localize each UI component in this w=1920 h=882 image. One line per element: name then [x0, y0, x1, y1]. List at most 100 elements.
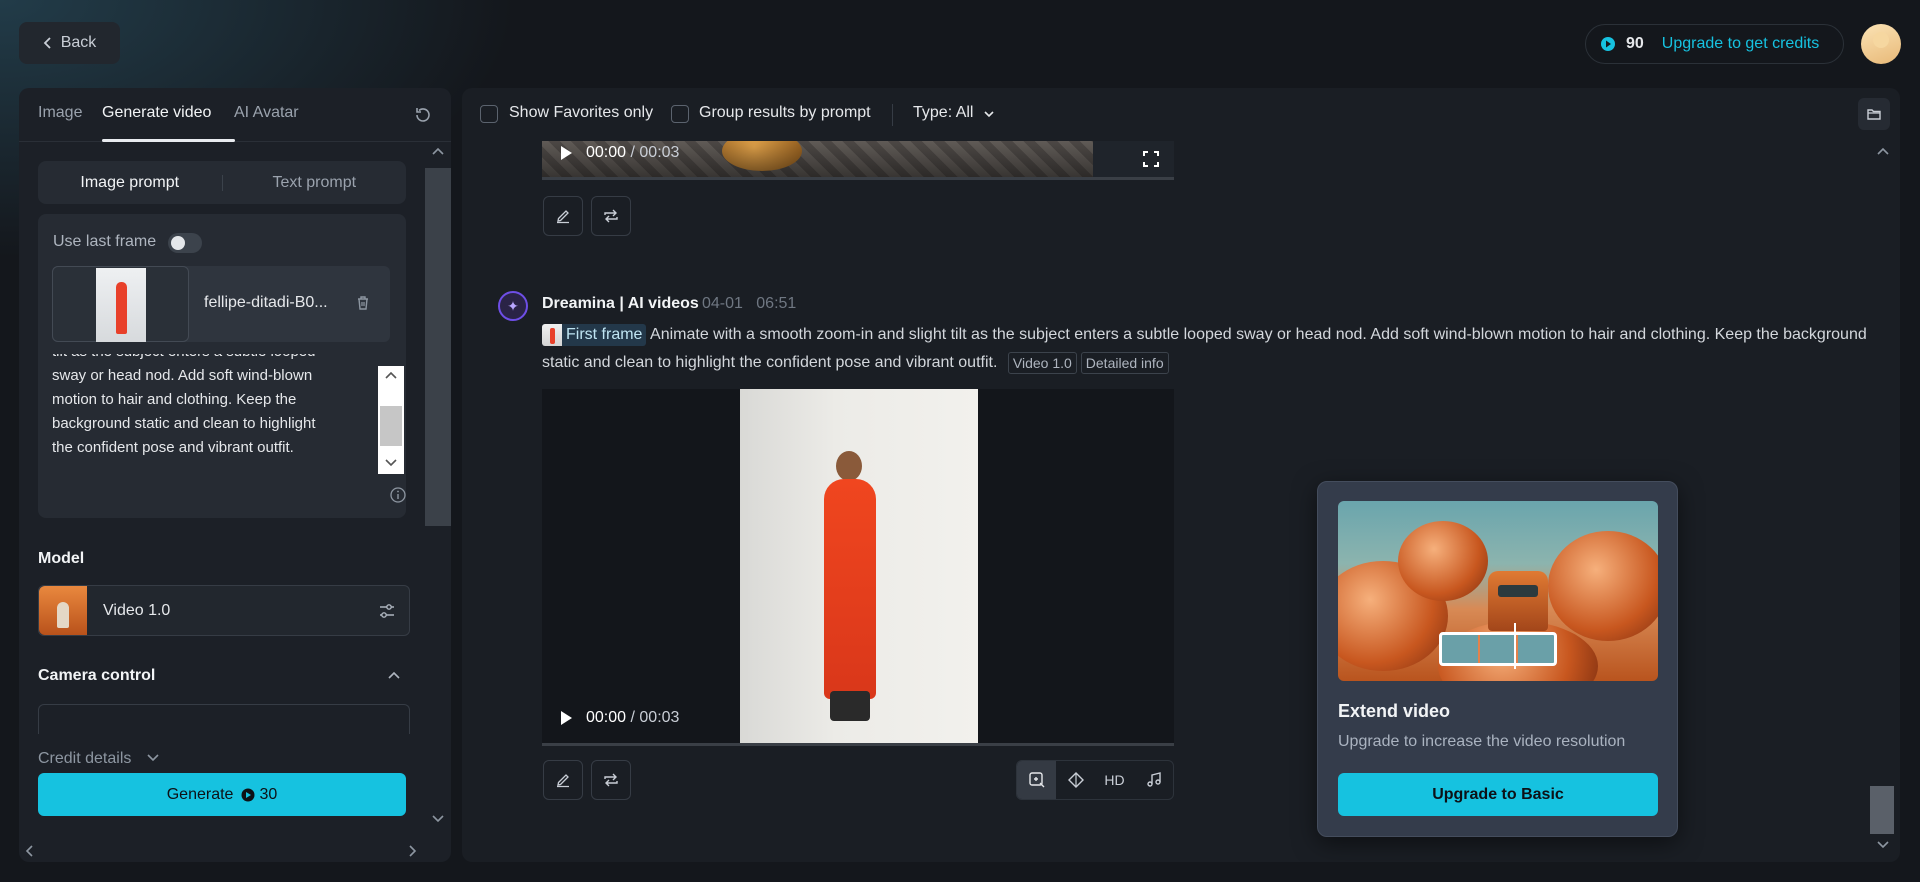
extend-video-button[interactable]: [1017, 761, 1056, 799]
model-label: Model: [38, 550, 85, 567]
extend-icon: [1028, 772, 1044, 788]
video-time: 00:00 / 00:03: [586, 709, 679, 727]
scroll-up-icon[interactable]: [1876, 146, 1890, 156]
popover-subtitle: Upgrade to increase the video resolution: [1338, 733, 1626, 750]
first-frame-chip[interactable]: First frame: [542, 323, 647, 346]
favorites-label[interactable]: Show Favorites only: [509, 104, 653, 122]
regenerate-button[interactable]: [591, 760, 631, 800]
prompt-line: sway or head nod. Add soft wind-blown: [52, 367, 313, 384]
scroll-up-icon[interactable]: [431, 146, 445, 156]
entry-time: 06:51: [756, 295, 797, 312]
divider: [892, 104, 893, 126]
first-frame-label: First frame: [566, 325, 643, 343]
active-tab-indicator: [102, 139, 235, 142]
edit-button[interactable]: [543, 196, 583, 236]
model-selector[interactable]: Video 1.0: [38, 585, 410, 636]
subject-outfit: [824, 479, 876, 699]
chevron-up-icon[interactable]: [386, 668, 402, 684]
favorites-checkbox[interactable]: [480, 105, 498, 123]
filters-bar: Show Favorites only Group results by pro…: [462, 88, 1900, 141]
scroll-left-icon[interactable]: [25, 844, 35, 858]
file-name: fellipe-ditadi-B0...: [204, 294, 328, 311]
play-icon[interactable]: [559, 145, 573, 161]
edit-button[interactable]: [543, 760, 583, 800]
prompt-line: motion to hair and clothing. Keep the: [52, 391, 297, 408]
train-shape: [1488, 571, 1548, 631]
scroll-down-icon[interactable]: [1876, 840, 1890, 850]
add-sound-button[interactable]: [1134, 761, 1173, 799]
tab-generate-video[interactable]: Generate video: [102, 104, 211, 122]
chevron-down-icon: [146, 753, 160, 763]
current-time: 00:00: [586, 709, 627, 726]
prompt-card: Use last frame fellipe-ditadi-B0... tilt…: [38, 214, 406, 518]
tab-image[interactable]: Image: [38, 104, 82, 122]
prompt-line: background static and clean to highlight: [52, 415, 316, 432]
folder-button[interactable]: [1858, 98, 1890, 130]
results-panel: Show Favorites only Group results by pro…: [462, 88, 1900, 862]
credits-pill[interactable]: 90 Upgrade to get credits: [1585, 24, 1844, 64]
thumbnail-image: [96, 268, 146, 342]
entry-date: 04-01: [702, 295, 743, 312]
timeline-strip: [1439, 632, 1557, 666]
progress-bar[interactable]: [542, 743, 1174, 746]
credit-details-label: Credit details: [38, 750, 132, 767]
duration: / 00:03: [630, 709, 680, 726]
timeline-marker: [1514, 623, 1516, 669]
folder-icon: [1867, 109, 1881, 120]
results-scrollbar-thumb[interactable]: [1870, 786, 1894, 834]
dreamina-logo-icon: ✦: [498, 291, 528, 321]
use-last-frame-label: Use last frame: [53, 233, 157, 250]
generated-video-player[interactable]: [542, 389, 1174, 746]
scroll-right-icon[interactable]: [407, 844, 417, 858]
sliders-icon[interactable]: [377, 601, 397, 621]
model-name: Video 1.0: [103, 602, 171, 619]
regenerate-button[interactable]: [591, 196, 631, 236]
detailed-info-tag[interactable]: Detailed info: [1080, 351, 1169, 374]
fullscreen-icon[interactable]: [1142, 150, 1160, 168]
entry-datetime: 04-01 06:51: [702, 295, 796, 313]
upgrade-to-basic-button[interactable]: Upgrade to Basic: [1338, 773, 1658, 816]
progress-bar[interactable]: [542, 177, 1174, 180]
frame-interpolation-button[interactable]: [1056, 761, 1095, 799]
avatar[interactable]: [1861, 24, 1901, 64]
uploaded-image-thumbnail[interactable]: [52, 266, 189, 342]
camera-control-label[interactable]: Camera control: [38, 667, 155, 685]
group-label[interactable]: Group results by prompt: [699, 104, 871, 122]
first-frame-thumbnail: [542, 323, 562, 346]
cloud-shape: [1548, 531, 1658, 641]
video-tools: HD: [1016, 760, 1174, 800]
prompt-mode-switch: Image prompt Text prompt: [38, 161, 406, 204]
tab-ai-avatar[interactable]: AI Avatar: [234, 104, 299, 122]
entry-prompt: First frame Animate with a smooth zoom-i…: [542, 321, 1872, 377]
refresh-icon[interactable]: [412, 104, 434, 126]
text-prompt-option[interactable]: Text prompt: [223, 174, 407, 192]
credit-coin-icon: [241, 788, 255, 801]
prompt-scrollbar[interactable]: [378, 366, 404, 474]
entry-prompt-text: Animate with a smooth zoom-in and slight…: [542, 326, 1867, 371]
prompt-line: tilt as the subject enters a subtle loop…: [52, 354, 352, 364]
prompt-textarea[interactable]: tilt as the subject enters a subtle loop…: [52, 354, 352, 460]
back-button[interactable]: Back: [19, 22, 120, 64]
subject-head: [836, 451, 862, 481]
image-prompt-option[interactable]: Image prompt: [38, 174, 222, 192]
hd-upscale-button[interactable]: HD: [1095, 761, 1134, 799]
info-icon[interactable]: [389, 486, 407, 504]
popover-title: Extend video: [1338, 701, 1451, 721]
scroll-down-icon[interactable]: [431, 814, 445, 824]
panel-scrollbar-thumb[interactable]: [425, 168, 451, 526]
generate-button[interactable]: Generate 30: [38, 773, 406, 816]
cloud-shape: [1398, 521, 1488, 601]
prompt-scrollbar-thumb[interactable]: [380, 406, 402, 446]
credit-coin-icon: [1600, 36, 1616, 52]
chevron-down-icon[interactable]: [983, 110, 995, 118]
group-checkbox[interactable]: [671, 105, 689, 123]
horizontal-scrollbar[interactable]: [19, 836, 451, 862]
scroll-up-icon[interactable]: [384, 370, 398, 380]
use-last-frame-toggle[interactable]: [168, 233, 202, 253]
upgrade-link[interactable]: Upgrade to get credits: [1662, 35, 1819, 53]
type-filter[interactable]: Type: All: [913, 104, 973, 122]
trash-icon[interactable]: [354, 294, 372, 312]
play-icon[interactable]: [559, 710, 573, 726]
scroll-down-icon[interactable]: [384, 458, 398, 468]
pencil-icon: [557, 774, 569, 788]
